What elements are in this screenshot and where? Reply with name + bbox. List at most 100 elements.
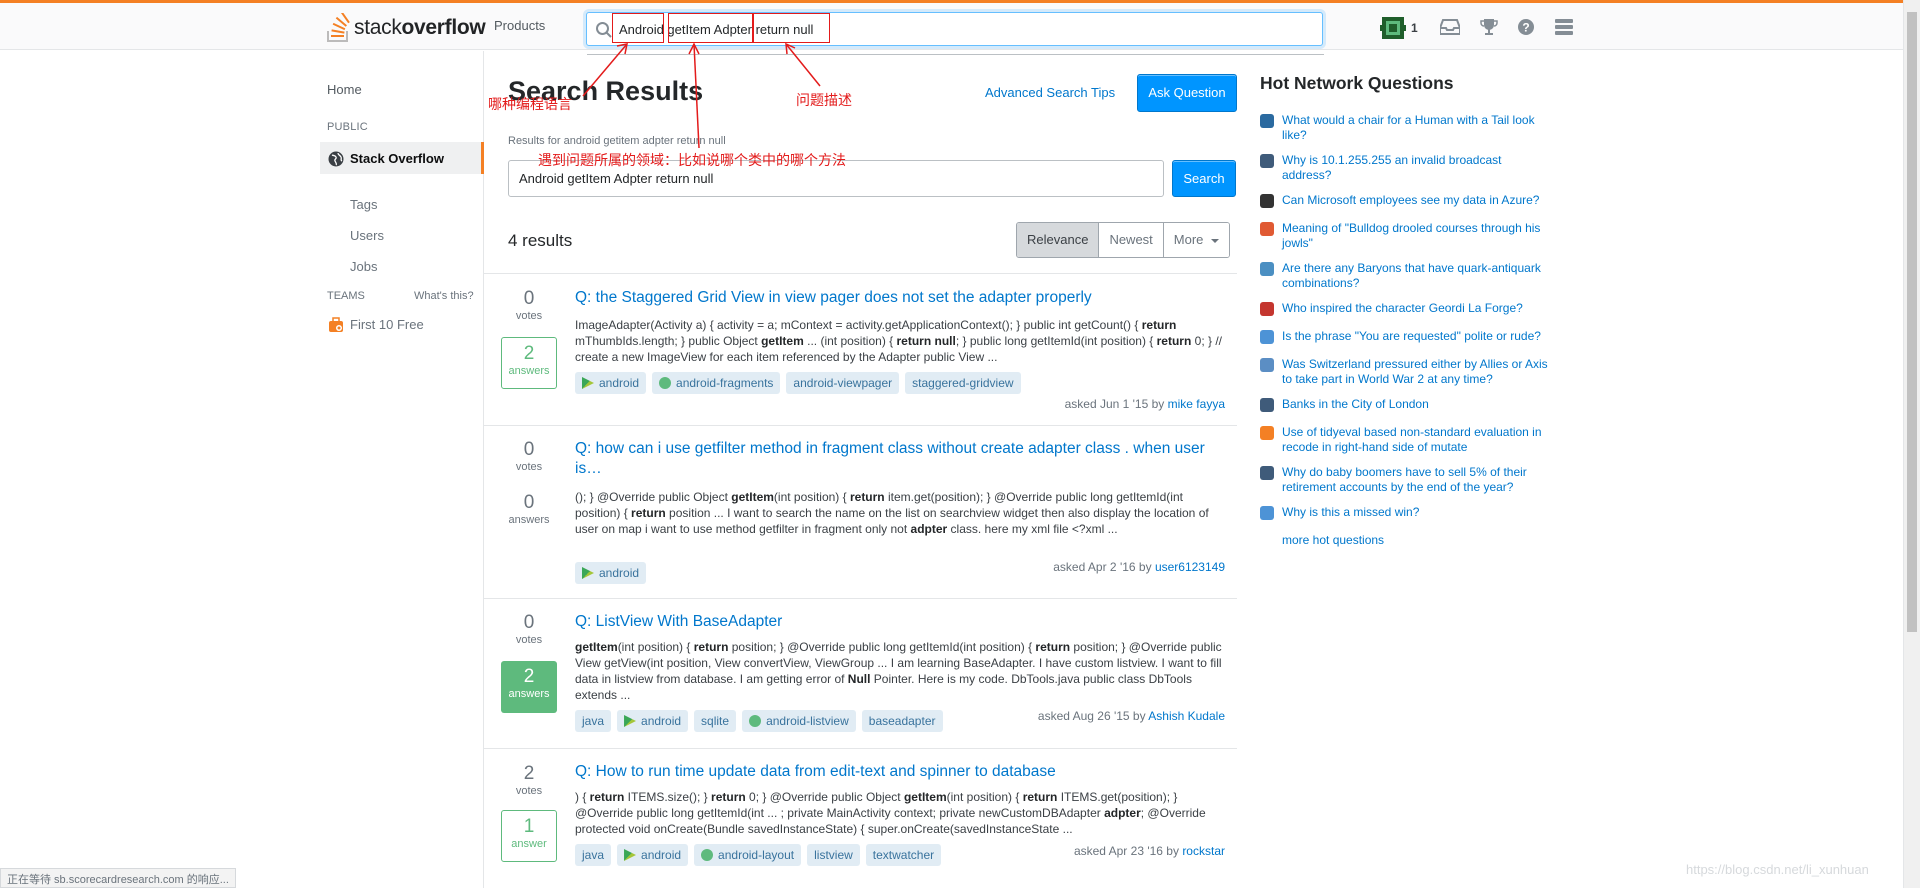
tag-baseadapter[interactable]: baseadapter [861,710,943,732]
more-hot-questions-link[interactable]: more hot questions [1282,533,1384,547]
tag-java[interactable]: java [575,710,612,732]
page-scrollbar[interactable] [1903,0,1920,888]
advanced-search-tips-link[interactable]: Advanced Search Tips [985,85,1115,100]
android-tag-icon [659,377,672,389]
achievements-badge-icon[interactable] [1380,15,1406,44]
travel-icon [1260,398,1274,412]
sort-tabs: Relevance Newest More [1016,222,1231,258]
tag-android[interactable]: android [575,372,647,394]
tag-label: sqlite [701,714,730,728]
nav-tags[interactable]: Tags [350,197,377,212]
hot-network-question-link[interactable]: Was Switzerland pressured either by Alli… [1282,357,1550,387]
help-icon[interactable]: ? [1517,18,1535,39]
answer-count-value: 1 [523,816,535,837]
tag-sqlite[interactable]: sqlite [694,710,737,732]
left-sidebar: Home PUBLIC Stack Overflow Tags Users Jo… [320,51,484,888]
tag-label: java [582,848,605,862]
top-bar: stackoverflow Products Android getItem A… [0,0,1920,55]
hot-network-question-link[interactable]: Why do baby boomers have to sell 5% of t… [1282,465,1550,495]
site-switcher-icon[interactable] [1555,18,1573,39]
achievements-trophy-icon[interactable] [1480,18,1498,39]
hot-network-question-link[interactable]: Why is this a missed win? [1282,505,1550,520]
scrollbar-thumb[interactable] [1907,12,1917,632]
tag-android-listview[interactable]: android-listview [742,710,856,732]
teams-whats-this-link[interactable]: What's this? [414,290,474,302]
tag-android[interactable]: android [617,844,689,866]
history-icon [1260,358,1274,372]
nav-home[interactable]: Home [327,82,362,97]
reputation-count[interactable]: 1 [1411,21,1418,35]
teams-first-10-free-link[interactable]: First 10 Free [350,317,424,332]
logo-text-bold: overflow [401,16,486,39]
tag-textwatcher[interactable]: textwatcher [865,844,942,866]
nav-stack-overflow[interactable]: Stack Overflow [320,142,484,174]
tag-label: android [599,376,640,390]
worldbuilding-icon [1260,114,1274,128]
annotation-box-language [612,13,664,43]
tag-android[interactable]: android [617,710,689,732]
user-link[interactable]: rockstar [1182,844,1225,858]
tag-android-fragments[interactable]: android-fragments [652,372,781,394]
answer-count-value: 0 [523,492,535,513]
android-tag-icon [582,567,594,579]
question-summary: 0 votes 2 answers Q: the Staggered Grid … [484,274,1237,426]
chevron-down-icon [1211,238,1220,243]
tag-android-viewpager[interactable]: android-viewpager [786,372,900,394]
annotation-box-problem [753,13,830,43]
hot-network-question-link[interactable]: Can Microsoft employees see my data in A… [1282,193,1550,208]
results-count: 4 results [508,231,573,250]
answer-count-label: answers [508,514,550,526]
question-summary: 0 votes 2 answers Q: ListView With BaseA… [484,599,1237,749]
question-title-link[interactable]: Q: how can i use getfilter method in fra… [575,439,1225,479]
briefcase-icon [328,317,344,336]
asked-info: asked Apr 2 '16 by user6123149 [1053,560,1225,574]
sort-more-tab[interactable]: More [1162,223,1230,257]
hot-network-question-link[interactable]: Banks in the City of London [1282,397,1550,412]
sort-more-label: More [1173,232,1204,247]
sort-newest-tab[interactable]: Newest [1098,223,1163,257]
answer-count-value: 2 [523,343,535,364]
hot-network-question-link[interactable]: Use of tidyeval based non-standard evalu… [1282,425,1550,455]
sort-relevance-tab[interactable]: Relevance [1017,223,1099,257]
user-link[interactable]: mike fayya [1168,397,1225,411]
annotation-language: 哪种编程语言 [488,96,572,112]
tag-label: android-layout [718,848,795,862]
user-link[interactable]: user6123149 [1155,560,1225,574]
vote-count-label: votes [515,461,543,473]
question-title-link[interactable]: Q: ListView With BaseAdapter [575,612,1225,632]
hot-network-question-link[interactable]: Is the phrase "You are requested" polite… [1282,329,1550,344]
hot-network-question-link[interactable]: Meaning of "Bulldog drooled courses thro… [1282,221,1550,251]
tag-android[interactable]: android [575,562,647,584]
hot-network-question-link[interactable]: What would a chair for a Human with a Ta… [1282,113,1550,143]
android-tag-icon [624,715,637,727]
nav-users[interactable]: Users [350,228,384,243]
question-title-link[interactable]: Q: the Staggered Grid View in view pager… [575,288,1225,308]
inbox-icon[interactable] [1439,18,1461,39]
tag-listview[interactable]: listview [807,844,860,866]
search-button[interactable]: Search [1172,160,1236,197]
user-link[interactable]: Ashish Kudale [1148,709,1225,723]
question-title-link[interactable]: Q: How to run time update data from edit… [575,762,1225,782]
hot-network-question-link[interactable]: Why is 10.1.255.255 an invalid broadcast… [1282,153,1550,183]
vote-count: 0 votes [501,612,557,646]
tag-android-layout[interactable]: android-layout [694,844,802,866]
vote-count: 0 votes [501,288,557,322]
tag-staggered-gridview[interactable]: staggered-gridview [905,372,1021,394]
hot-network-title: Hot Network Questions [1260,73,1454,93]
products-link[interactable]: Products [494,18,545,33]
hot-network-question-link[interactable]: Are there any Baryons that have quark-an… [1282,261,1550,291]
ask-question-button[interactable]: Ask Question [1137,74,1237,112]
android-tag-icon [624,849,637,861]
search-icon [595,21,613,42]
stackoverflow-logo[interactable]: stackoverflow [326,11,486,43]
nav-jobs[interactable]: Jobs [350,259,377,274]
hot-network-question-link[interactable]: Who inspired the character Geordi La For… [1282,301,1550,316]
ell-icon [1260,330,1274,344]
logo-text-prefix: stack [354,16,402,39]
vote-count: 2 votes [501,763,557,797]
question-summary: 0 votes 0 answers Q: how can i use getfi… [484,426,1237,599]
tag-java[interactable]: java [575,844,612,866]
vote-count-label: votes [515,634,543,646]
answer-count: 2 answers [501,661,557,713]
tag-label: android [599,566,640,580]
